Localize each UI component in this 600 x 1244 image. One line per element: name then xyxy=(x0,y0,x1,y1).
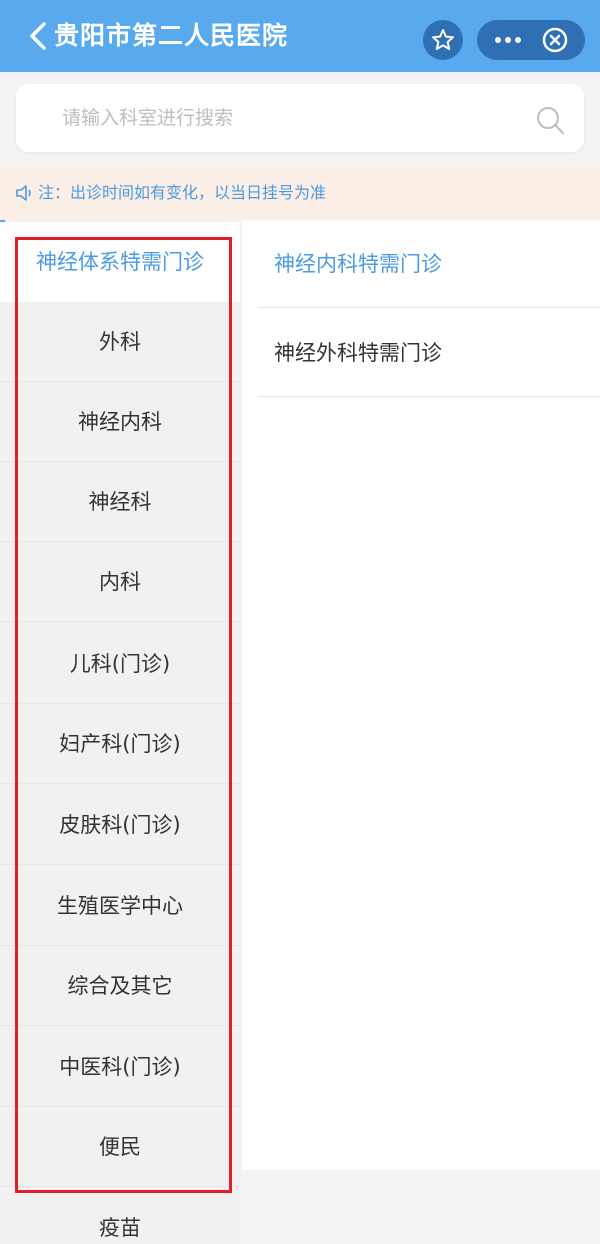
chevron-left-icon[interactable] xyxy=(24,21,52,51)
search-icon[interactable] xyxy=(534,104,566,136)
search-area xyxy=(0,72,600,166)
department-item[interactable]: 疫苗 xyxy=(0,1188,240,1244)
department-item[interactable]: 神经内科 xyxy=(0,382,240,462)
department-item[interactable]: 内科 xyxy=(0,542,240,622)
department-item[interactable]: 综合及其它 xyxy=(0,946,240,1026)
close-circle-icon[interactable] xyxy=(541,26,569,54)
sub-department-list: 神经内科特需门诊 神经外科特需门诊 xyxy=(242,220,600,1170)
department-item[interactable]: 儿科(门诊) xyxy=(0,624,240,704)
more-dots-icon[interactable] xyxy=(493,29,523,51)
search-input[interactable] xyxy=(62,102,502,134)
search-box[interactable] xyxy=(16,84,584,152)
notice-bar: 注：出诊时间如有变化，以当日挂号为准 xyxy=(0,166,600,220)
speaker-icon xyxy=(16,185,31,201)
department-item[interactable]: 生殖医学中心 xyxy=(0,866,240,946)
department-item[interactable]: 神经科 xyxy=(0,462,240,542)
miniprogram-capsule xyxy=(477,20,585,60)
department-item[interactable]: 外科 xyxy=(0,302,240,382)
notice-text: 注：出诊时间如有变化，以当日挂号为准 xyxy=(38,183,327,202)
department-item[interactable]: 妇产科(门诊) xyxy=(0,704,240,784)
department-item[interactable]: 神经体系特需门诊 xyxy=(0,222,240,302)
page-title: 贵阳市第二人民医院 xyxy=(54,21,289,50)
department-item[interactable]: 便民 xyxy=(0,1107,240,1187)
department-item[interactable]: 皮肤科(门诊) xyxy=(0,785,240,865)
sub-department-item[interactable]: 神经内科特需门诊 xyxy=(258,220,600,308)
favorite-button[interactable] xyxy=(423,20,463,60)
nav-bar: 贵阳市第二人民医院 xyxy=(0,0,600,72)
department-item[interactable]: 中医科(门诊) xyxy=(0,1027,240,1107)
star-icon xyxy=(432,29,454,50)
sub-department-item[interactable]: 神经外科特需门诊 xyxy=(258,309,600,397)
